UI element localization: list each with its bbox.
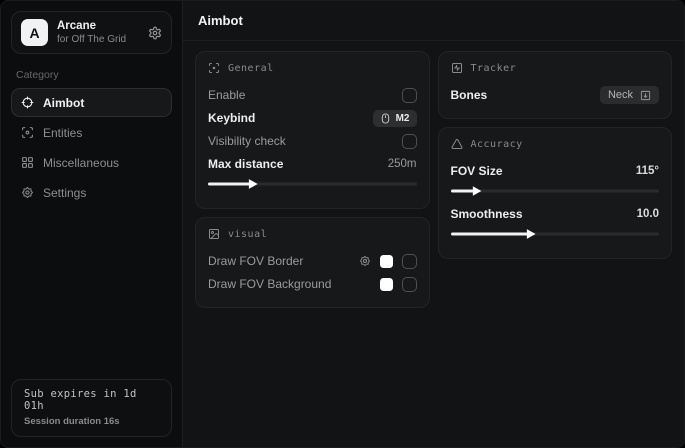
mouse-icon: [380, 113, 391, 124]
panel-title-label: Tracker: [471, 63, 517, 74]
row-draw-fov-border: Draw FOV Border: [208, 250, 417, 272]
sidebar: A Arcane for Off The Grid Category Aimbo…: [1, 1, 183, 447]
draw-fov-background-label: Draw FOV Background: [208, 277, 331, 291]
row-keybind: Keybind M2: [208, 107, 417, 129]
panel-visual: visual Draw FOV Border Draw: [195, 217, 430, 308]
sidebar-item-settings[interactable]: Settings: [11, 178, 172, 207]
left-column: General Enable Keybind M2: [195, 51, 430, 308]
fov-border-gear-icon[interactable]: [359, 255, 371, 267]
activity-icon: [451, 62, 463, 74]
slider-thumb[interactable]: [249, 179, 258, 189]
sidebar-nav: Aimbot Entities Miscellaneous Settings: [11, 88, 172, 207]
bones-select[interactable]: Neck: [600, 86, 659, 104]
content: General Enable Keybind M2: [183, 41, 684, 318]
max-distance-label: Max distance: [208, 157, 283, 171]
app-window: A Arcane for Off The Grid Category Aimbo…: [0, 0, 685, 448]
smoothness-value: 10.0: [637, 208, 659, 220]
fov-size-label: FOV Size: [451, 164, 503, 178]
row-max-distance: Max distance 250m: [208, 153, 417, 175]
triangle-icon: [451, 138, 463, 150]
session-duration-text: Session duration 16s: [24, 416, 159, 427]
app-title: Arcane: [57, 20, 126, 32]
bones-value: Neck: [608, 89, 633, 101]
panel-title-label: General: [228, 63, 274, 74]
visibility-check-checkbox[interactable]: [402, 134, 417, 149]
panel-general: General Enable Keybind M2: [195, 51, 430, 209]
select-box-icon: [640, 90, 651, 101]
grid-icon: [21, 156, 34, 169]
sidebar-spacer: [11, 207, 172, 379]
gear-icon: [21, 186, 34, 199]
sidebar-item-label: Miscellaneous: [43, 156, 119, 170]
panel-accuracy-header: Accuracy: [451, 138, 660, 150]
fov-border-checkbox[interactable]: [402, 254, 417, 269]
max-distance-value: 250m: [388, 158, 417, 170]
panel-title-label: Accuracy: [471, 139, 523, 150]
max-distance-slider[interactable]: [208, 178, 417, 190]
image-icon: [208, 228, 220, 240]
smoothness-label: Smoothness: [451, 207, 523, 221]
app-logo: A: [21, 19, 48, 46]
right-column: Tracker Bones Neck: [438, 51, 673, 259]
sidebar-item-miscellaneous[interactable]: Miscellaneous: [11, 148, 172, 177]
sub-expires-text: Sub expires in 1d 01h: [24, 388, 159, 412]
app-subtitle: for Off The Grid: [57, 34, 126, 45]
bones-label: Bones: [451, 88, 488, 102]
subscription-card: Sub expires in 1d 01h Session duration 1…: [11, 379, 172, 437]
logo-text: Arcane for Off The Grid: [57, 20, 126, 45]
category-label: Category: [16, 69, 167, 81]
page-title: Aimbot: [198, 13, 243, 28]
row-bones: Bones Neck: [451, 84, 660, 106]
panel-title-label: visual: [228, 229, 267, 240]
panel-tracker-header: Tracker: [451, 62, 660, 74]
fov-border-controls: [359, 254, 417, 269]
keybind-label: Keybind: [208, 111, 255, 125]
slider-thumb[interactable]: [527, 229, 536, 239]
sidebar-item-aimbot[interactable]: Aimbot: [11, 88, 172, 117]
panel-general-header: General: [208, 62, 417, 74]
focus-icon: [208, 62, 220, 74]
logo-card: A Arcane for Off The Grid: [11, 11, 172, 54]
panel-tracker: Tracker Bones Neck: [438, 51, 673, 119]
enable-label: Enable: [208, 88, 245, 102]
row-visibility-check: Visibility check: [208, 130, 417, 152]
keybind-value: M2: [396, 113, 410, 124]
draw-fov-border-label: Draw FOV Border: [208, 254, 303, 268]
slider-thumb[interactable]: [472, 186, 481, 196]
fov-border-color-swatch[interactable]: [380, 255, 393, 268]
sidebar-item-label: Aimbot: [43, 96, 84, 110]
crosshair-icon: [21, 96, 34, 109]
sidebar-item-entities[interactable]: Entities: [11, 118, 172, 147]
row-draw-fov-background: Draw FOV Background: [208, 273, 417, 295]
sidebar-item-label: Settings: [43, 186, 86, 200]
slider-fill: [451, 190, 476, 193]
panel-visual-header: visual: [208, 228, 417, 240]
fov-size-value: 115°: [636, 165, 659, 177]
row-enable: Enable: [208, 84, 417, 106]
slider-fill: [208, 183, 252, 186]
slider-fill: [451, 233, 530, 236]
keybind-button[interactable]: M2: [373, 110, 417, 127]
settings-gear-icon[interactable]: [148, 26, 162, 40]
fov-size-slider[interactable]: [451, 185, 660, 197]
enable-checkbox[interactable]: [402, 88, 417, 103]
main-area: Aimbot General Enable: [183, 1, 684, 447]
row-fov-size: FOV Size 115°: [451, 160, 660, 182]
sidebar-item-label: Entities: [43, 126, 82, 140]
fov-background-controls: [380, 277, 417, 292]
fov-background-color-swatch[interactable]: [380, 278, 393, 291]
slider-track: [451, 190, 660, 193]
main-header: Aimbot: [183, 1, 684, 41]
panel-accuracy: Accuracy FOV Size 115° Smoothness 10.0: [438, 127, 673, 259]
fov-background-checkbox[interactable]: [402, 277, 417, 292]
visibility-check-label: Visibility check: [208, 134, 286, 148]
scan-eye-icon: [21, 126, 34, 139]
row-smoothness: Smoothness 10.0: [451, 203, 660, 225]
smoothness-slider[interactable]: [451, 228, 660, 240]
